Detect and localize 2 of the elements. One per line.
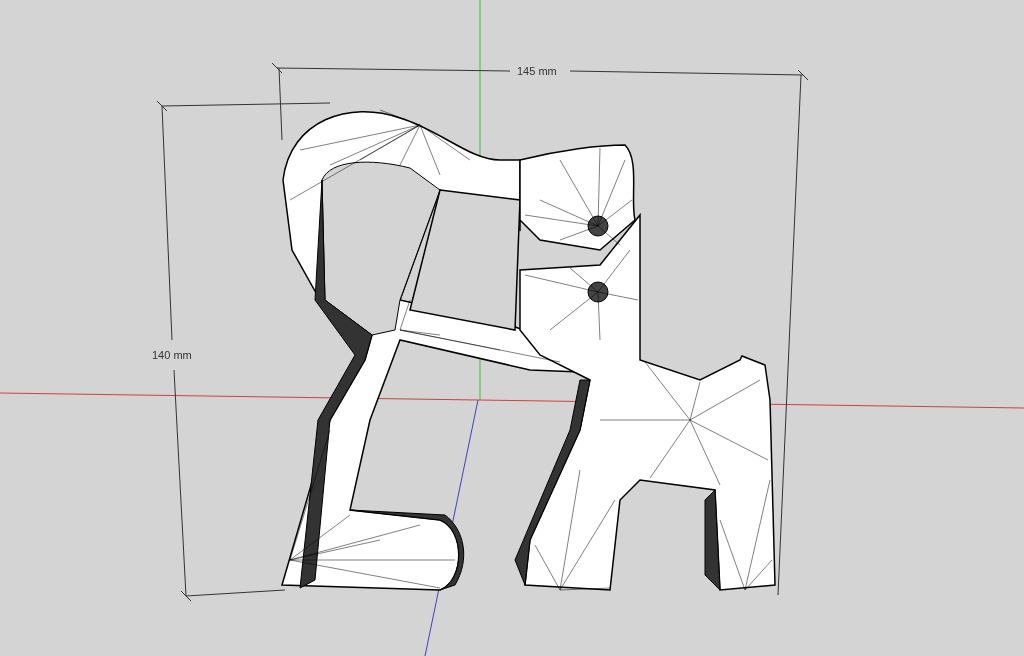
dimension-label: 145 mm <box>517 64 557 79</box>
dimension-label: 140 mm <box>152 348 192 363</box>
